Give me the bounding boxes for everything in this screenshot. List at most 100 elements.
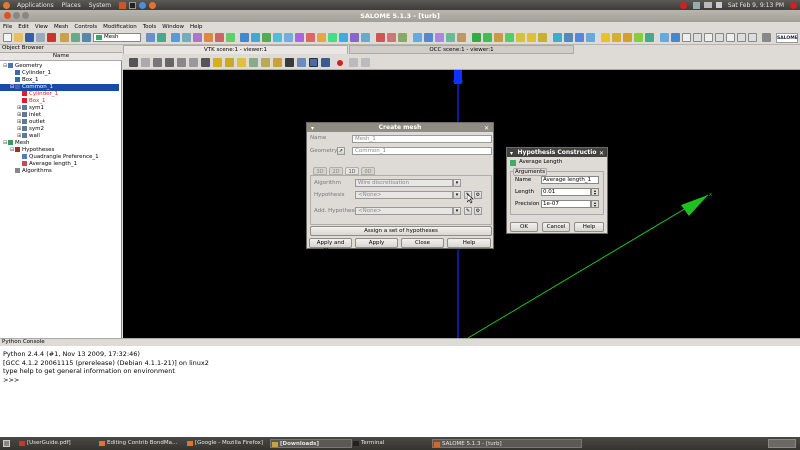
merge-icon[interactable] xyxy=(457,33,466,42)
task-editing-contrib[interactable]: Editing Contrib BondMa... xyxy=(98,439,186,448)
zoom-area-icon[interactable] xyxy=(165,58,174,67)
right-view-icon[interactable] xyxy=(297,58,306,67)
pyramid-icon[interactable] xyxy=(328,33,337,42)
area-control-icon[interactable] xyxy=(483,33,492,42)
add-polyhedron-icon[interactable] xyxy=(693,33,702,42)
minimize-window-icon[interactable] xyxy=(13,12,20,19)
hyp-name-input[interactable]: Average length_1 xyxy=(541,176,599,184)
apply-button[interactable]: Apply xyxy=(355,238,398,248)
hypothesis-titlebar[interactable]: ▾ Hypothesis Constructio ✕ xyxy=(507,148,607,157)
global-pan-icon[interactable] xyxy=(225,58,234,67)
tree-item[interactable]: ⊞ outlet xyxy=(0,119,45,126)
hypothesis-edit-icon[interactable]: ⚙ xyxy=(474,191,482,199)
free-borders-icon[interactable] xyxy=(575,33,584,42)
export-icon[interactable] xyxy=(226,33,235,42)
face-icon[interactable] xyxy=(262,33,271,42)
tree-item[interactable]: ⊞ sym2 xyxy=(0,126,44,133)
help-button[interactable]: Help xyxy=(447,238,491,248)
task-terminal[interactable]: Terminal xyxy=(352,439,430,448)
add-edge-icon[interactable] xyxy=(601,33,610,42)
delete-icon[interactable] xyxy=(47,33,56,42)
tree-item[interactable]: Algorithms xyxy=(0,168,52,175)
revolution-icon[interactable] xyxy=(762,33,771,42)
angle-control-icon[interactable] xyxy=(516,33,525,42)
tree-item[interactable]: Box_1 xyxy=(0,77,38,84)
translation-icon[interactable] xyxy=(413,33,422,42)
sew-icon[interactable] xyxy=(446,33,455,42)
tab-occ-viewer[interactable]: OCC scene:1 - viewer:1 xyxy=(349,45,574,54)
dialog-menu-icon[interactable]: ▾ xyxy=(311,124,314,133)
add-hypothesis-edit-icon[interactable]: ⚙ xyxy=(474,207,482,215)
undo-icon[interactable] xyxy=(71,33,80,42)
applications-menu[interactable]: Applications xyxy=(13,2,58,9)
help-launcher-icon[interactable] xyxy=(139,1,147,9)
vtk-3d-viewer[interactable]: x ▾ Create mesh ✕ Name Mesh_1 Geometry ➚… xyxy=(123,70,800,338)
ok-button[interactable]: OK xyxy=(510,222,538,232)
mail-icon[interactable] xyxy=(703,2,712,8)
places-menu[interactable]: Places xyxy=(58,2,85,9)
system-menu[interactable]: System xyxy=(85,2,115,9)
compute-icon[interactable] xyxy=(204,33,213,42)
interaction-style-icon[interactable] xyxy=(141,58,150,67)
tree-item[interactable]: Box_1 xyxy=(0,98,45,105)
launcher-icon[interactable] xyxy=(119,1,127,9)
import-icon[interactable] xyxy=(215,33,224,42)
menu-view[interactable]: View xyxy=(32,24,51,30)
menu-tools[interactable]: Tools xyxy=(140,24,160,30)
tree-item[interactable]: ⊟ Hypotheses xyxy=(0,147,54,154)
dump-view-icon[interactable] xyxy=(129,58,138,67)
smoothing-icon[interactable] xyxy=(737,33,746,42)
add-hypothesis-dropdown-icon[interactable]: ▾ xyxy=(453,207,461,215)
zoom-icon[interactable] xyxy=(153,58,162,67)
menu-mesh[interactable]: Mesh xyxy=(51,24,71,30)
tab-vtk-viewer[interactable]: VTK scene:1 - viewer:1 xyxy=(123,45,348,54)
algorithm-dropdown-icon[interactable]: ▾ xyxy=(453,179,461,187)
power-icon[interactable] xyxy=(679,1,687,9)
taper-control-icon[interactable] xyxy=(494,33,503,42)
prism-icon[interactable] xyxy=(339,33,348,42)
hypothesis-select[interactable]: <None> xyxy=(355,191,453,199)
reset-view-icon[interactable] xyxy=(309,58,318,67)
diagonal-inversion-icon[interactable] xyxy=(704,33,713,42)
record-icon[interactable] xyxy=(337,60,343,66)
show-desktop-icon[interactable] xyxy=(3,440,10,447)
node-icon[interactable] xyxy=(240,33,249,42)
tree-item[interactable]: ⊞ wall xyxy=(0,133,40,140)
workspace-switcher[interactable] xyxy=(768,439,796,448)
tree-item[interactable]: Cylinder_1 xyxy=(0,91,58,98)
tab-1d[interactable]: 1D xyxy=(345,167,359,175)
polygon-icon[interactable] xyxy=(350,33,359,42)
volume-icon[interactable] xyxy=(715,2,722,8)
redo-icon[interactable] xyxy=(82,33,91,42)
console-prompt[interactable]: >>> xyxy=(3,376,797,385)
remove-nodes-icon[interactable] xyxy=(376,33,385,42)
create-mesh-icon[interactable] xyxy=(171,33,180,42)
add-prism-icon[interactable] xyxy=(660,33,669,42)
multi-connection-icon[interactable] xyxy=(586,33,595,42)
mesh-name-input[interactable]: Mesh_1 xyxy=(352,135,492,143)
hypothesis-dropdown-icon[interactable]: ▾ xyxy=(453,191,461,199)
polyhedron-icon[interactable] xyxy=(361,33,370,42)
task-downloads[interactable]: [Downloads] xyxy=(270,439,352,448)
symmetry-icon[interactable] xyxy=(435,33,444,42)
rotation-icon[interactable] xyxy=(424,33,433,42)
add-triangle-icon[interactable] xyxy=(612,33,621,42)
extrusion-icon[interactable] xyxy=(748,33,757,42)
warp-control-icon[interactable] xyxy=(527,33,536,42)
length-input[interactable]: 0.01 xyxy=(541,188,591,196)
tab-2d[interactable]: 2D xyxy=(329,167,343,175)
paste-icon[interactable] xyxy=(60,33,69,42)
remove-elements-icon[interactable] xyxy=(387,33,396,42)
task-firefox[interactable]: [Google - Mozilla Firefox] xyxy=(186,439,268,448)
projection-icon[interactable] xyxy=(321,58,330,67)
dialog-close-icon[interactable]: ✕ xyxy=(484,124,489,133)
tree-item[interactable]: ⊟ Mesh xyxy=(0,140,29,147)
fit-area-icon[interactable] xyxy=(213,58,222,67)
open-file-icon[interactable] xyxy=(14,33,23,42)
geometry-input[interactable]: Common_1 xyxy=(352,147,492,155)
add-hypothesis-select[interactable]: <None> xyxy=(355,207,453,215)
length-spin-icon[interactable]: ▴ ▾ xyxy=(591,188,599,196)
menu-modification[interactable]: Modification xyxy=(100,24,140,30)
pan-icon[interactable] xyxy=(177,58,186,67)
tab-3d[interactable]: 3D xyxy=(313,167,327,175)
